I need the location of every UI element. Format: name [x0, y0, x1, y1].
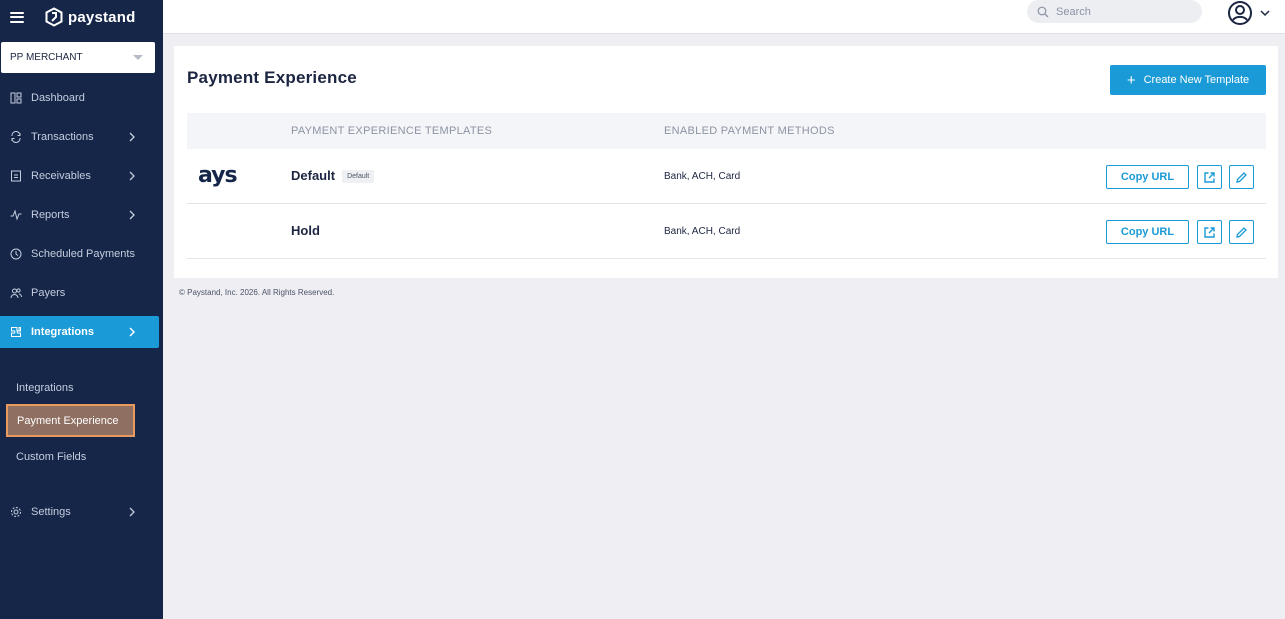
reports-icon [10, 209, 22, 221]
sidebar-item-payers[interactable]: Payers [0, 277, 159, 309]
template-name-text: Hold [291, 223, 320, 238]
copy-url-button[interactable]: Copy URL [1106, 220, 1189, 244]
sidebar-item-settings[interactable]: Settings [0, 496, 159, 528]
subnav-item-payment-experience[interactable]: Payment Experience [6, 404, 135, 437]
sidebar-item-dashboard[interactable]: Dashboard [0, 82, 159, 114]
subnav-item-custom-fields[interactable]: Custom Fields [16, 451, 86, 463]
brand-bar: paystand [0, 0, 163, 34]
template-name: Hold [291, 223, 320, 238]
column-header-templates: PAYMENT EXPERIENCE TEMPLATES [291, 125, 493, 137]
sidebar-item-label: Payers [31, 287, 66, 299]
sidebar-item-label: Integrations [31, 326, 94, 338]
search-box[interactable] [1027, 0, 1202, 23]
hamburger-menu-icon[interactable] [10, 11, 24, 23]
sidebar-item-label: Reports [31, 209, 70, 221]
sidebar-item-label: Settings [31, 506, 71, 518]
plus-icon: + [1126, 71, 1136, 89]
pencil-icon [1236, 171, 1247, 183]
transactions-icon [10, 131, 22, 143]
paystand-logo-icon [45, 7, 63, 27]
merchant-label: PP MERCHANT [10, 52, 83, 63]
sidebar-item-receivables[interactable]: Receivables [0, 160, 159, 192]
create-button-label: Create New Template [1143, 74, 1250, 86]
template-name: Default Default [291, 168, 375, 184]
sidebar-item-label: Dashboard [31, 92, 85, 104]
brand-name: paystand [68, 8, 136, 26]
payers-icon [10, 287, 22, 299]
template-logo: ays [198, 163, 238, 188]
user-avatar-icon[interactable] [1227, 0, 1253, 26]
gear-icon [10, 506, 22, 518]
sidebar-item-label: Scheduled Payments [31, 248, 135, 260]
sidebar-item-scheduled-payments[interactable]: Scheduled Payments [0, 238, 159, 270]
table-header: PAYMENT EXPERIENCE TEMPLATES ENABLED PAY… [187, 113, 1266, 149]
top-bar [163, 0, 1285, 34]
merchant-select[interactable]: PP MERCHANT [1, 42, 155, 73]
receivables-icon [10, 170, 22, 182]
chevron-right-icon [129, 327, 136, 337]
edit-button[interactable] [1229, 220, 1254, 244]
sidebar-item-transactions[interactable]: Transactions [0, 121, 159, 153]
copy-url-button[interactable]: Copy URL [1106, 165, 1189, 189]
open-external-button[interactable] [1197, 165, 1222, 189]
sidebar-item-label: Receivables [31, 170, 91, 182]
default-badge: Default [342, 170, 375, 184]
enabled-methods: Bank, ACH, Card [664, 171, 741, 182]
page-title: Payment Experience [187, 68, 357, 87]
external-link-icon [1204, 226, 1215, 238]
clock-icon [10, 248, 22, 260]
external-link-icon [1204, 171, 1215, 183]
dashboard-icon [10, 92, 22, 104]
chevron-right-icon [129, 210, 135, 220]
chevron-down-icon[interactable] [1259, 8, 1271, 18]
sidebar-item-reports[interactable]: Reports [0, 199, 159, 231]
search-icon [1037, 6, 1049, 17]
chevron-right-icon [129, 507, 135, 517]
sidebar-item-label: Transactions [31, 131, 94, 143]
enabled-methods: Bank, ACH, Card [664, 226, 741, 237]
caret-down-icon [133, 55, 143, 60]
pencil-icon [1236, 226, 1247, 238]
template-name-text: Default [291, 168, 336, 183]
chevron-right-icon [129, 132, 135, 142]
footer-copyright: © Paystand, Inc. 2026. All Rights Reserv… [179, 288, 335, 297]
create-new-template-button[interactable]: + Create New Template [1110, 65, 1266, 95]
subnav-item-integrations[interactable]: Integrations [16, 382, 73, 394]
open-external-button[interactable] [1197, 220, 1222, 244]
integrations-icon [10, 326, 22, 338]
table-row: ays Default Default Bank, ACH, Card Copy … [187, 149, 1266, 204]
edit-button[interactable] [1229, 165, 1254, 189]
column-header-methods: ENABLED PAYMENT METHODS [664, 125, 835, 137]
table-row: Hold Bank, ACH, Card Copy URL [187, 204, 1266, 259]
chevron-right-icon [129, 171, 135, 181]
payment-experience-card: Payment Experience + Create New Template… [174, 46, 1278, 278]
search-input[interactable] [1056, 5, 1186, 18]
sidebar-item-integrations[interactable]: Integrations [0, 316, 159, 348]
sidebar: paystand PP MERCHANT Dashboard Transacti… [0, 0, 163, 619]
